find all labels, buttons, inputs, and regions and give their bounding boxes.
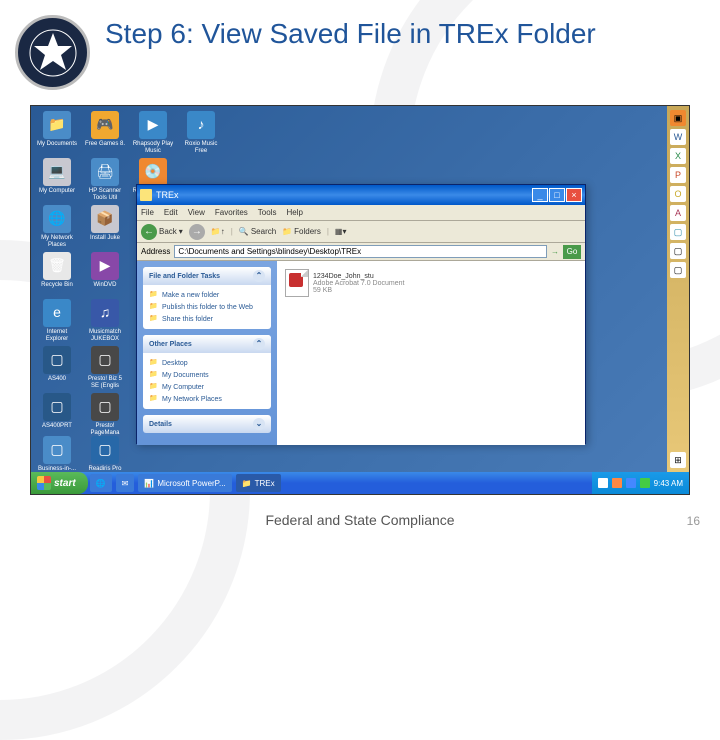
tray-icon[interactable] — [640, 478, 650, 488]
chevron-up-icon: ⌃ — [253, 338, 265, 350]
start-button[interactable]: start — [31, 472, 88, 494]
tray-icon[interactable] — [626, 478, 636, 488]
desktop-icon[interactable]: 🎮Free Games 8. — [84, 111, 126, 148]
clock[interactable]: 9:43 AM — [654, 479, 683, 488]
tray-icon[interactable] — [612, 478, 622, 488]
menu-item[interactable]: Favorites — [215, 208, 248, 217]
address-bar: Address → Go — [137, 243, 585, 261]
desktop-icon[interactable]: ▢Readiris Pro — [84, 436, 126, 473]
place-link[interactable]: 📁Desktop — [149, 357, 265, 369]
window-title: TREx — [156, 190, 179, 200]
panel-header-tasks[interactable]: File and Folder Tasks⌃ — [143, 267, 271, 285]
menu-item[interactable]: Tools — [258, 208, 277, 217]
excel-icon[interactable]: X — [670, 148, 686, 164]
maximize-button[interactable]: □ — [549, 188, 565, 202]
back-button[interactable]: ←Back ▾ — [141, 224, 183, 240]
desktop-icon[interactable]: 📦Install Juke — [84, 205, 126, 242]
system-tray[interactable]: 9:43 AM — [592, 472, 689, 494]
powerpoint-icon[interactable]: P — [670, 167, 686, 183]
place-link[interactable]: 📁My Computer — [149, 381, 265, 393]
chevron-down-icon: ⌄ — [253, 418, 265, 430]
desktop-icon[interactable]: 💻My Computer — [36, 158, 78, 195]
views-button[interactable]: ▦▾ — [335, 227, 347, 236]
chevron-up-icon: ⌃ — [253, 270, 265, 282]
office-shortcut-bar: ▣ W X P O A ▢ ▢ ▢ ⊞ — [667, 106, 689, 474]
panel-header-details[interactable]: Details⌄ — [143, 415, 271, 433]
explorer-window: TREx _ □ × File Edit View Favorites Tools Hel… — [136, 184, 586, 444]
quick-launch-icon[interactable]: 🌐 — [90, 474, 112, 492]
slide-title: Step 6: View Saved File in TREx Folder — [105, 18, 596, 50]
desktop-icon[interactable]: ▶Rhapsody Play Music — [132, 111, 174, 154]
folder-icon — [140, 189, 152, 201]
desktop-icon[interactable]: 🗑Recycle Bin — [36, 252, 78, 289]
taskbar-item[interactable]: 📊Microsoft PowerP... — [138, 474, 231, 492]
menu-item[interactable]: Help — [286, 208, 302, 217]
minimize-button[interactable]: _ — [532, 188, 548, 202]
file-item[interactable]: 1234Doe_John_stu Adobe Acrobat 7.0 Docum… — [285, 269, 577, 297]
slide-footer: Federal and State Compliance — [0, 512, 720, 528]
desktop-screenshot: 📁My Documents🎮Free Games 8.▶Rhapsody Pla… — [30, 105, 690, 495]
go-button[interactable]: Go — [563, 245, 581, 259]
app-icon[interactable]: ▢ — [670, 262, 686, 278]
forward-button[interactable]: → — [189, 224, 205, 240]
outlook-icon[interactable]: O — [670, 186, 686, 202]
window-titlebar[interactable]: TREx _ □ × — [137, 185, 585, 205]
page-number: 16 — [687, 514, 700, 528]
file-size: 59 KB — [313, 287, 404, 294]
address-label: Address — [141, 247, 170, 256]
desktop-icon[interactable]: ▢Presto! PageMana — [84, 393, 126, 436]
search-button[interactable]: 🔍Search — [239, 227, 276, 236]
address-input[interactable] — [174, 245, 547, 258]
desktop-icon[interactable]: 🌐My Network Places — [36, 205, 78, 248]
toolbar: ←Back ▾ → 📁↑ | 🔍Search 📁Folders | ▦▾ — [137, 221, 585, 243]
word-icon[interactable]: W — [670, 129, 686, 145]
tasks-sidebar: File and Folder Tasks⌃ 📁Make a new folde… — [137, 261, 277, 445]
access-icon[interactable]: A — [670, 205, 686, 221]
menu-item[interactable]: Edit — [164, 208, 178, 217]
folders-button[interactable]: 📁Folders — [282, 227, 321, 236]
desktop-icon[interactable]: ▢Presto! Biz 5 SE (Englis — [84, 346, 126, 389]
task-link[interactable]: 📁Publish this folder to the Web — [149, 301, 265, 313]
windows-desktop[interactable]: 📁My Documents🎮Free Games 8.▶Rhapsody Pla… — [31, 106, 689, 494]
tray-icon[interactable] — [598, 478, 608, 488]
menu-bar: File Edit View Favorites Tools Help — [137, 205, 585, 221]
taskbar-item[interactable]: 📁TREx — [236, 474, 281, 492]
up-button[interactable]: 📁↑ — [211, 227, 225, 236]
pdf-icon — [285, 269, 309, 297]
close-button[interactable]: × — [566, 188, 582, 202]
quick-launch-icon[interactable]: ✉ — [116, 474, 135, 492]
desktop-icon[interactable]: 🖨HP Scanner Tools Util — [84, 158, 126, 201]
file-type: Adobe Acrobat 7.0 Document — [313, 280, 404, 287]
taskbar: start 🌐 ✉ 📊Microsoft PowerP... 📁TREx 9:4… — [31, 472, 689, 494]
desktop-icon[interactable]: ▢AS400PRT — [36, 393, 78, 430]
desktop-icon[interactable]: ▢AS400 — [36, 346, 78, 383]
file-list[interactable]: 1234Doe_John_stu Adobe Acrobat 7.0 Docum… — [277, 261, 585, 445]
hisd-logo — [15, 15, 90, 90]
file-name: 1234Doe_John_stu — [313, 273, 404, 280]
task-link[interactable]: 📁Share this folder — [149, 313, 265, 325]
windows-icon — [37, 476, 51, 490]
desktop-icon[interactable]: ♫Musicmatch JUKEBOX — [84, 299, 126, 342]
desktop-icon[interactable]: ▶WinDVD — [84, 252, 126, 289]
desktop-icon[interactable]: 📁My Documents — [36, 111, 78, 148]
place-link[interactable]: 📁My Documents — [149, 369, 265, 381]
panel-header-places[interactable]: Other Places⌃ — [143, 335, 271, 353]
office-icon[interactable]: ▣ — [670, 110, 686, 126]
task-link[interactable]: 📁Make a new folder — [149, 289, 265, 301]
desktop-icon[interactable]: ▢Business-in-... — [36, 436, 78, 473]
ms-icon[interactable]: ⊞ — [670, 452, 686, 468]
publisher-icon[interactable]: ▢ — [670, 224, 686, 240]
place-link[interactable]: 📁My Network Places — [149, 393, 265, 405]
desktop-icon[interactable]: eInternet Explorer — [36, 299, 78, 342]
app-icon[interactable]: ▢ — [670, 243, 686, 259]
menu-item[interactable]: File — [141, 208, 154, 217]
desktop-icon[interactable]: ♪Roxio Music Free — [180, 111, 222, 154]
menu-item[interactable]: View — [188, 208, 205, 217]
